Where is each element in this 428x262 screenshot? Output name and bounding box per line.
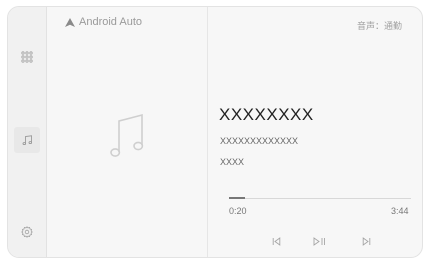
progress-fill xyxy=(229,197,246,199)
android-auto-icon xyxy=(65,17,75,27)
sidebar-item-media[interactable] xyxy=(8,125,46,155)
album-art-placeholder-icon xyxy=(110,113,144,157)
head-unit-screen: Android Auto 音声：通勤 XXXXXXXX XXXXXXXXXXXX… xyxy=(7,6,423,258)
skip-next-icon xyxy=(362,236,370,246)
source-name: Android Auto xyxy=(79,16,142,28)
next-button[interactable] xyxy=(357,233,375,249)
sidebar xyxy=(8,7,47,257)
audio-mode-label[interactable]: 音声：通勤 xyxy=(357,19,402,32)
previous-button[interactable] xyxy=(267,233,285,249)
play-pause-icon xyxy=(313,236,325,246)
sidebar-item-settings[interactable] xyxy=(8,217,46,247)
track-album: XXXX xyxy=(220,157,245,167)
track-title: XXXXXXXX xyxy=(219,105,314,124)
pane-divider xyxy=(207,7,208,257)
sidebar-item-apps[interactable] xyxy=(8,42,46,72)
skip-previous-icon xyxy=(272,236,280,246)
source-label: Android Auto xyxy=(65,16,142,28)
music-note-icon xyxy=(22,134,32,145)
settings-icon xyxy=(21,226,33,238)
apps-grid-icon xyxy=(21,51,33,63)
header: Android Auto 音声：通勤 xyxy=(46,7,422,33)
play-pause-button[interactable] xyxy=(310,233,328,249)
elapsed-time: 0:20 xyxy=(229,206,247,216)
track-artist: XXXXXXXXXXXXX xyxy=(220,136,299,146)
total-time: 3:44 xyxy=(391,206,409,216)
progress-bar[interactable] xyxy=(229,197,411,199)
